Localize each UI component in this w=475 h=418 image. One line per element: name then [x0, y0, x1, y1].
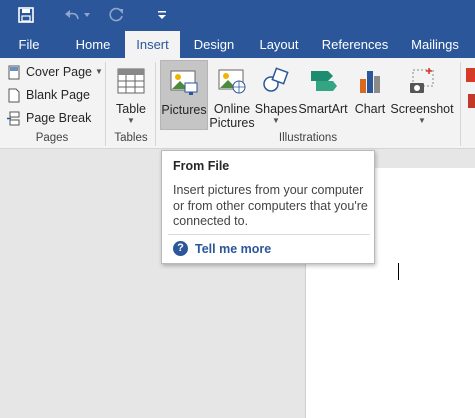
chevron-down-icon: ▼ [95, 67, 103, 76]
online-pictures-label: Online Pictures [209, 102, 255, 130]
blank-page-icon [6, 87, 22, 103]
table-label: Table [116, 102, 146, 116]
shapes-label: Shapes [254, 102, 298, 116]
pages-group-label: Pages [35, 132, 69, 144]
store-icon[interactable] [466, 68, 475, 82]
online-pictures-button[interactable]: Online Pictures [208, 60, 256, 130]
chart-button[interactable]: Chart [350, 60, 390, 130]
group-divider [105, 62, 106, 146]
tooltip-divider [168, 234, 370, 235]
group-divider [460, 62, 461, 146]
group-divider [155, 62, 156, 146]
pictures-tooltip: From File Insert pictures from your comp… [161, 150, 375, 264]
cover-page-button[interactable]: Cover Page ▼ [6, 62, 103, 82]
tooltip-description: Insert pictures from your computer or fr… [173, 183, 368, 228]
tab-insert[interactable]: Insert [125, 31, 180, 58]
tab-references[interactable]: References [318, 31, 392, 58]
screenshot-icon [405, 64, 439, 98]
chevron-down-icon: ▼ [127, 116, 135, 125]
tab-file[interactable]: File [10, 31, 48, 58]
online-pictures-icon [215, 64, 249, 98]
tables-group-label: Tables [114, 132, 148, 144]
pictures-label: Pictures [161, 103, 207, 117]
chart-label: Chart [354, 102, 386, 116]
redo-icon[interactable] [106, 4, 128, 26]
shapes-icon [259, 64, 293, 98]
pictures-icon [167, 65, 201, 99]
page-break-label: Page Break [26, 111, 92, 125]
ribbon: Cover Page ▼ Blank Page Page Break Pages… [0, 58, 475, 149]
text-cursor [398, 263, 399, 280]
chevron-down-icon: ▼ [272, 116, 280, 125]
tab-design[interactable]: Design [186, 31, 242, 58]
chevron-down-icon: ▼ [418, 116, 426, 125]
addins-icon[interactable] [468, 94, 475, 108]
table-icon [114, 64, 148, 98]
help-icon: ? [173, 241, 188, 256]
blank-page-label: Blank Page [26, 88, 90, 102]
shapes-button[interactable]: Shapes ▼ [254, 60, 298, 130]
table-button[interactable]: Table ▼ [110, 60, 152, 130]
tab-layout[interactable]: Layout [252, 31, 306, 58]
tell-me-more-label: Tell me more [195, 241, 272, 256]
pictures-button[interactable]: Pictures [160, 60, 208, 130]
smartart-button[interactable]: SmartArt [298, 60, 348, 130]
cover-page-icon [6, 64, 22, 80]
title-bar [0, 0, 475, 31]
undo-icon[interactable] [58, 4, 94, 26]
ribbon-tabs: File Home Insert Design Layout Reference… [0, 31, 475, 58]
page-break-icon [6, 110, 22, 126]
chart-icon [353, 64, 387, 98]
tooltip-title: From File [173, 159, 230, 173]
save-icon[interactable] [12, 4, 40, 26]
smartart-label: SmartArt [298, 102, 348, 116]
illustrations-group-label: Illustrations [278, 132, 338, 144]
screenshot-button[interactable]: Screenshot ▼ [390, 60, 454, 130]
screenshot-label: Screenshot [390, 102, 454, 116]
smartart-icon [306, 64, 340, 98]
tell-me-more-link[interactable]: ? Tell me more [173, 241, 271, 256]
tab-mailings[interactable]: Mailings [404, 31, 466, 58]
blank-page-button[interactable]: Blank Page [6, 85, 90, 105]
cover-page-label: Cover Page [26, 65, 93, 79]
customize-quick-access-icon[interactable] [152, 4, 172, 26]
page-break-button[interactable]: Page Break [6, 108, 91, 128]
tab-home[interactable]: Home [66, 31, 120, 58]
